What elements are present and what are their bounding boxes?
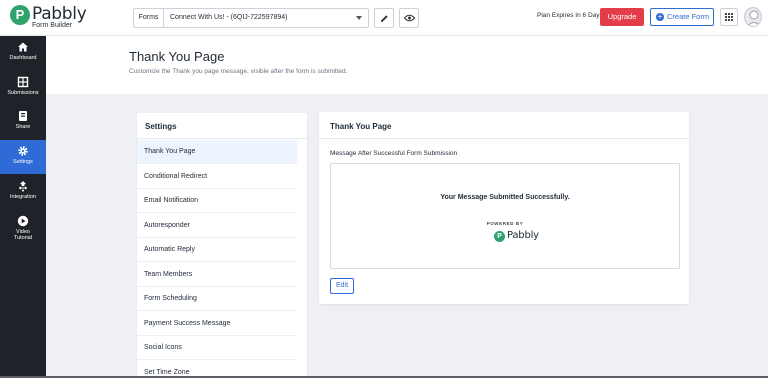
pencil-icon bbox=[380, 14, 388, 22]
forms-label: Forms bbox=[134, 9, 164, 27]
settings-item-automatic-reply[interactable]: Automatic Reply bbox=[137, 238, 297, 262]
edit-message-button[interactable]: Edit bbox=[330, 278, 354, 294]
tutorial-label: Tutorial bbox=[13, 235, 33, 241]
settings-item-autoresponder[interactable]: Autoresponder bbox=[137, 214, 297, 238]
gear-icon bbox=[18, 146, 28, 156]
settings-item-payment-success-message[interactable]: Payment Success Message bbox=[137, 312, 297, 336]
sidebar-item-label: Dashboard bbox=[9, 55, 37, 61]
form-selector[interactable]: Forms Connect With Us! - (6QIJ-722597894… bbox=[133, 8, 369, 28]
settings-item-team-members[interactable]: Team Members bbox=[137, 263, 297, 287]
logo-subtitle: Form Builder bbox=[32, 22, 73, 29]
integration-icon bbox=[18, 181, 28, 192]
grid-icon bbox=[725, 13, 733, 21]
top-bar: P Pabbly Form Builder Forms Connect With… bbox=[0, 0, 768, 36]
preview-form-button[interactable] bbox=[399, 8, 419, 28]
sidebar-item-dashboard[interactable]: Dashboard bbox=[0, 36, 46, 70]
pabbly-logo-icon: P bbox=[494, 231, 505, 242]
user-icon bbox=[747, 10, 761, 26]
apps-grid-button[interactable] bbox=[720, 8, 738, 26]
submissions-icon bbox=[17, 76, 29, 88]
sidebar-item-label: Submissions bbox=[7, 90, 39, 96]
sidebar-item-submissions[interactable]: Submissions bbox=[0, 71, 46, 105]
thank-you-card-title: Thank You Page bbox=[330, 122, 392, 131]
sidebar-item-label: Integration bbox=[10, 194, 36, 200]
sidebar: Dashboard Submissions Share Settings Int… bbox=[0, 36, 46, 378]
eye-icon bbox=[403, 14, 415, 22]
plus-circle-icon: + bbox=[656, 12, 664, 21]
settings-item-email-notification[interactable]: Email Notification bbox=[137, 189, 297, 213]
user-avatar[interactable] bbox=[744, 7, 762, 27]
page-title: Thank You Page bbox=[129, 49, 225, 64]
settings-title: Settings bbox=[145, 122, 177, 131]
settings-card: Settings Thank You Page Conditional Redi… bbox=[137, 113, 307, 378]
home-icon bbox=[18, 42, 28, 52]
pabbly-brand-text: Pabbly bbox=[507, 230, 539, 241]
sidebar-item-label: Video Tutorial bbox=[0, 229, 46, 241]
create-form-label: Create Form bbox=[667, 12, 710, 21]
divider bbox=[137, 138, 307, 139]
sidebar-item-integration[interactable]: Integration bbox=[0, 175, 46, 209]
sidebar-item-label: Share bbox=[15, 124, 31, 130]
sidebar-item-share[interactable]: Share bbox=[0, 105, 46, 139]
powered-by-label: POWERED BY bbox=[486, 221, 524, 226]
pabbly-logo[interactable]: P Pabbly Form Builder bbox=[10, 4, 87, 32]
divider bbox=[319, 138, 689, 139]
page-header bbox=[46, 36, 768, 94]
page-subtitle: Customize the Thank you page message, vi… bbox=[129, 68, 348, 75]
create-form-button[interactable]: + Create Form bbox=[650, 8, 714, 26]
settings-item-form-scheduling[interactable]: Form Scheduling bbox=[137, 287, 297, 311]
upgrade-button[interactable]: Upgrade bbox=[600, 8, 644, 26]
settings-item-thank-you-page[interactable]: Thank You Page bbox=[137, 140, 297, 164]
share-icon bbox=[19, 111, 27, 121]
success-message: Your Message Submitted Successfully. bbox=[440, 194, 570, 201]
settings-item-social-icons[interactable]: Social Icons bbox=[137, 336, 297, 360]
play-icon bbox=[17, 215, 29, 227]
message-preview: Your Message Submitted Successfully. POW… bbox=[330, 163, 680, 269]
message-field-label: Message After Successful Form Submission bbox=[330, 150, 458, 157]
plan-expiry-text: Plan Expires In 6 Day(s) bbox=[537, 12, 608, 19]
chevron-down-icon bbox=[356, 16, 362, 20]
pabbly-logo-icon: P bbox=[10, 5, 30, 25]
sidebar-item-label: Settings bbox=[13, 159, 33, 165]
sidebar-item-settings[interactable]: Settings bbox=[0, 140, 46, 174]
thank-you-card: Thank You Page Message After Successful … bbox=[319, 112, 689, 304]
selected-form: Connect With Us! - (6QIJ-722597894) bbox=[170, 14, 288, 21]
logo-text: Pabbly bbox=[32, 4, 87, 24]
sidebar-item-video-tutorial[interactable]: Video Tutorial bbox=[0, 210, 46, 252]
settings-item-conditional-redirect[interactable]: Conditional Redirect bbox=[137, 165, 297, 189]
edit-form-button[interactable] bbox=[374, 8, 394, 28]
pabbly-brand-logo: P Pabbly bbox=[494, 230, 546, 244]
